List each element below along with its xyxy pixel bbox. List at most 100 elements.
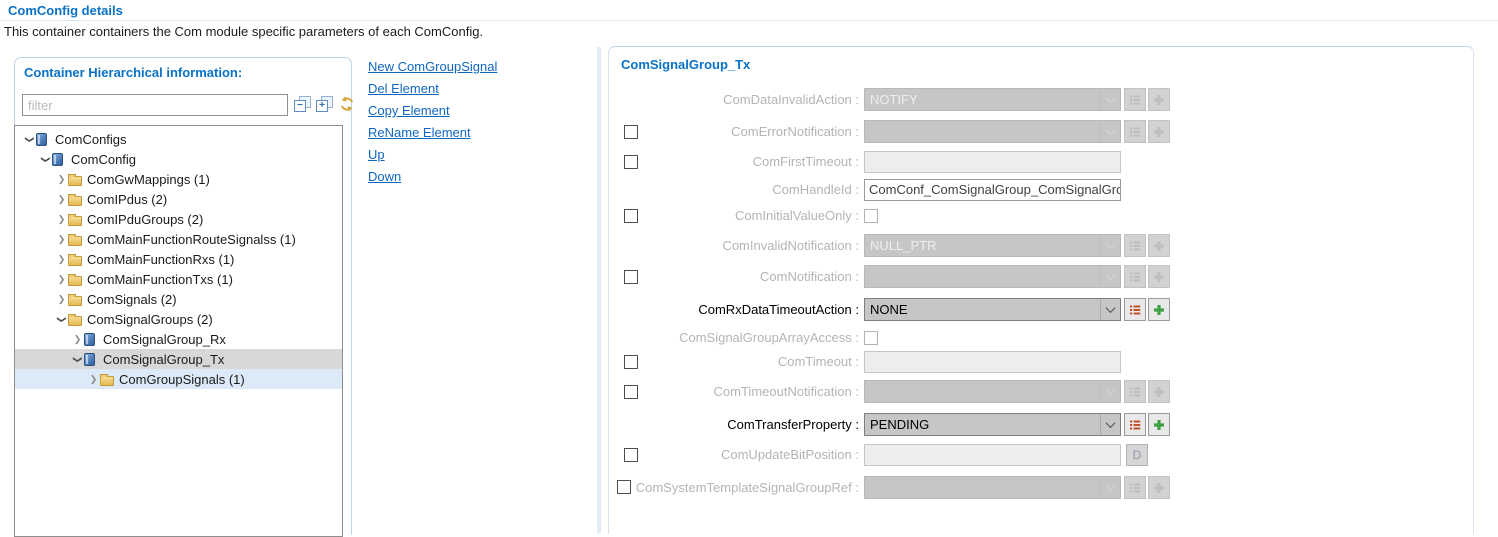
field-row-comtimeoutnotification: ComTimeoutNotification : <box>609 380 1473 403</box>
collapse-all-icon[interactable] <box>294 96 312 113</box>
chevron-down-icon <box>1100 477 1120 498</box>
tree-item-comgroupsignals[interactable]: ❯ ComGroupSignals (1) <box>15 369 342 389</box>
list-button <box>1124 380 1146 403</box>
folder-icon <box>68 293 85 306</box>
tree-item-comsignals[interactable]: ❯ ComSignals (2) <box>15 289 342 309</box>
field-row-cominvalidnotification: ComInvalidNotification : NULL_PTR <box>609 234 1473 257</box>
comerrornotification-select <box>864 120 1121 143</box>
field-row-comdatainvalidaction: ComDataInvalidAction : NOTIFY <box>609 88 1473 111</box>
new-comgroupsignal-link[interactable]: New ComGroupSignal <box>368 59 497 75</box>
field-row-comsystemtemplatesignalgroupref: ComSystemTemplateSignalGroupRef : <box>609 476 1473 499</box>
field-row-comsignalgrouparrayaccess: ComSignalGroupArrayAccess : <box>609 331 1473 345</box>
field-row-cominitialvalueonly: ComInitialValueOnly : <box>609 209 1473 223</box>
details-panel: ComSignalGroup_Tx ComDataInvalidAction :… <box>608 46 1474 534</box>
filter-input[interactable] <box>22 94 288 116</box>
folder-icon <box>68 313 85 326</box>
tree-item-comipdugroups[interactable]: ❯ ComIPduGroups (2) <box>15 209 342 229</box>
field-label: ComTimeoutNotification : <box>609 380 859 403</box>
chevron-down-icon <box>1100 89 1120 110</box>
add-button <box>1148 88 1170 111</box>
chevron-collapsed-icon[interactable]: ❯ <box>55 214 68 225</box>
chevron-collapsed-icon[interactable]: ❯ <box>71 334 84 345</box>
container-hierarchy-panel: Container Hierarchical information: ❯ Co… <box>14 57 352 535</box>
chevron-collapsed-icon[interactable]: ❯ <box>55 174 68 185</box>
folder-icon <box>68 213 85 226</box>
field-row-comhandleid: ComHandleId : ComConf_ComSignalGroup_Com… <box>609 179 1473 202</box>
enable-checkbox[interactable] <box>617 480 631 494</box>
hierarchy-panel-title: Container Hierarchical information: <box>24 65 242 80</box>
comsignalgrouparrayaccess-checkbox <box>864 331 878 345</box>
list-button <box>1124 265 1146 288</box>
folder-icon <box>68 173 85 186</box>
add-button[interactable] <box>1148 413 1170 436</box>
field-label: ComHandleId : <box>609 179 859 202</box>
add-button <box>1148 265 1170 288</box>
details-panel-title: ComSignalGroup_Tx <box>621 57 750 72</box>
chevron-collapsed-icon[interactable]: ❯ <box>55 234 68 245</box>
folder-icon <box>68 273 85 286</box>
copy-element-link[interactable]: Copy Element <box>368 103 497 119</box>
cominvalidnotification-select: NULL_PTR <box>864 234 1121 257</box>
field-label: ComTransferProperty : <box>609 413 859 436</box>
chevron-down-icon[interactable] <box>1100 299 1120 320</box>
comdatainvalidaction-select: NOTIFY <box>864 88 1121 111</box>
tree-item-comgwmappings[interactable]: ❯ ComGwMappings (1) <box>15 169 342 189</box>
tree-item-comconfig[interactable]: ❯ ComConfig <box>15 149 342 169</box>
comtimeout-input <box>864 351 1121 373</box>
comfirsttimeout-input <box>864 151 1121 173</box>
tree-item-commainfunctionrxs[interactable]: ❯ ComMainFunctionRxs (1) <box>15 249 342 269</box>
chevron-expanded-icon[interactable]: ❯ <box>56 313 67 326</box>
list-button <box>1124 476 1146 499</box>
page-title: ComConfig details <box>8 3 123 18</box>
comhandleid-input[interactable]: ComConf_ComSignalGroup_ComSignalGrou <box>864 179 1121 201</box>
comrxdatatimeoutaction-select[interactable]: NONE <box>864 298 1121 321</box>
add-button[interactable] <box>1148 298 1170 321</box>
field-label: ComDataInvalidAction : <box>609 88 859 111</box>
tree-item-commainfunctiontxs[interactable]: ❯ ComMainFunctionTxs (1) <box>15 269 342 289</box>
field-row-comnotification: ComNotification : <box>609 265 1473 288</box>
refresh-icon[interactable] <box>339 96 357 113</box>
down-link[interactable]: Down <box>368 169 497 185</box>
comtransferproperty-select[interactable]: PENDING <box>864 413 1121 436</box>
field-label: ComRxDataTimeoutAction : <box>609 298 859 321</box>
list-button[interactable] <box>1124 413 1146 436</box>
list-button <box>1124 88 1146 111</box>
chevron-down-icon <box>1100 121 1120 142</box>
field-row-comfirsttimeout: ComFirstTimeout : <box>609 151 1473 174</box>
list-button[interactable] <box>1124 298 1146 321</box>
default-button: D <box>1126 444 1148 466</box>
tree-item-comsignalgroups[interactable]: ❯ ComSignalGroups (2) <box>15 309 342 329</box>
tree-item-comconfigs[interactable]: ❯ ComConfigs <box>15 129 342 149</box>
comnotification-select <box>864 265 1121 288</box>
chevron-collapsed-icon[interactable]: ❯ <box>55 294 68 305</box>
field-label: ComFirstTimeout : <box>609 151 859 174</box>
chevron-expanded-icon[interactable]: ❯ <box>72 353 83 366</box>
chevron-collapsed-icon[interactable]: ❯ <box>55 194 68 205</box>
tree-item-comsignalgroup-rx[interactable]: ❯ ComSignalGroup_Rx <box>15 329 342 349</box>
module-icon <box>84 333 101 346</box>
chevron-collapsed-icon[interactable]: ❯ <box>55 274 68 285</box>
field-label: ComNotification : <box>609 265 859 288</box>
tree-item-commainfunctionroutesignalss[interactable]: ❯ ComMainFunctionRouteSignalss (1) <box>15 229 342 249</box>
field-label: ComTimeout : <box>609 351 859 374</box>
field-row-comtransferproperty: ComTransferProperty : PENDING <box>609 413 1473 436</box>
chevron-expanded-icon[interactable]: ❯ <box>24 133 35 146</box>
field-label: ComSystemTemplateSignalGroupRef : <box>609 476 859 499</box>
up-link[interactable]: Up <box>368 147 497 163</box>
chevron-expanded-icon[interactable]: ❯ <box>40 153 51 166</box>
chevron-down-icon[interactable] <box>1100 414 1120 435</box>
del-element-link[interactable]: Del Element <box>368 81 497 97</box>
tree-item-comsignalgroup-tx[interactable]: ❯ ComSignalGroup_Tx <box>15 349 342 369</box>
field-label: ComSignalGroupArrayAccess : <box>609 331 859 345</box>
rename-element-link[interactable]: ReName Element <box>368 125 497 141</box>
field-row-comrxdatatimeoutaction: ComRxDataTimeoutAction : NONE <box>609 298 1473 321</box>
page-header: ComConfig details <box>0 0 1498 21</box>
chevron-collapsed-icon[interactable]: ❯ <box>55 254 68 265</box>
expand-all-icon[interactable] <box>316 96 334 113</box>
action-links: New ComGroupSignal Del Element Copy Elem… <box>368 59 497 191</box>
tree-item-comipdus[interactable]: ❯ ComIPdus (2) <box>15 189 342 209</box>
field-label: ComUpdateBitPosition : <box>609 444 859 467</box>
chevron-collapsed-icon[interactable]: ❯ <box>87 374 100 385</box>
field-label: ComInvalidNotification : <box>609 234 859 257</box>
field-row-comtimeout: ComTimeout : <box>609 351 1473 374</box>
